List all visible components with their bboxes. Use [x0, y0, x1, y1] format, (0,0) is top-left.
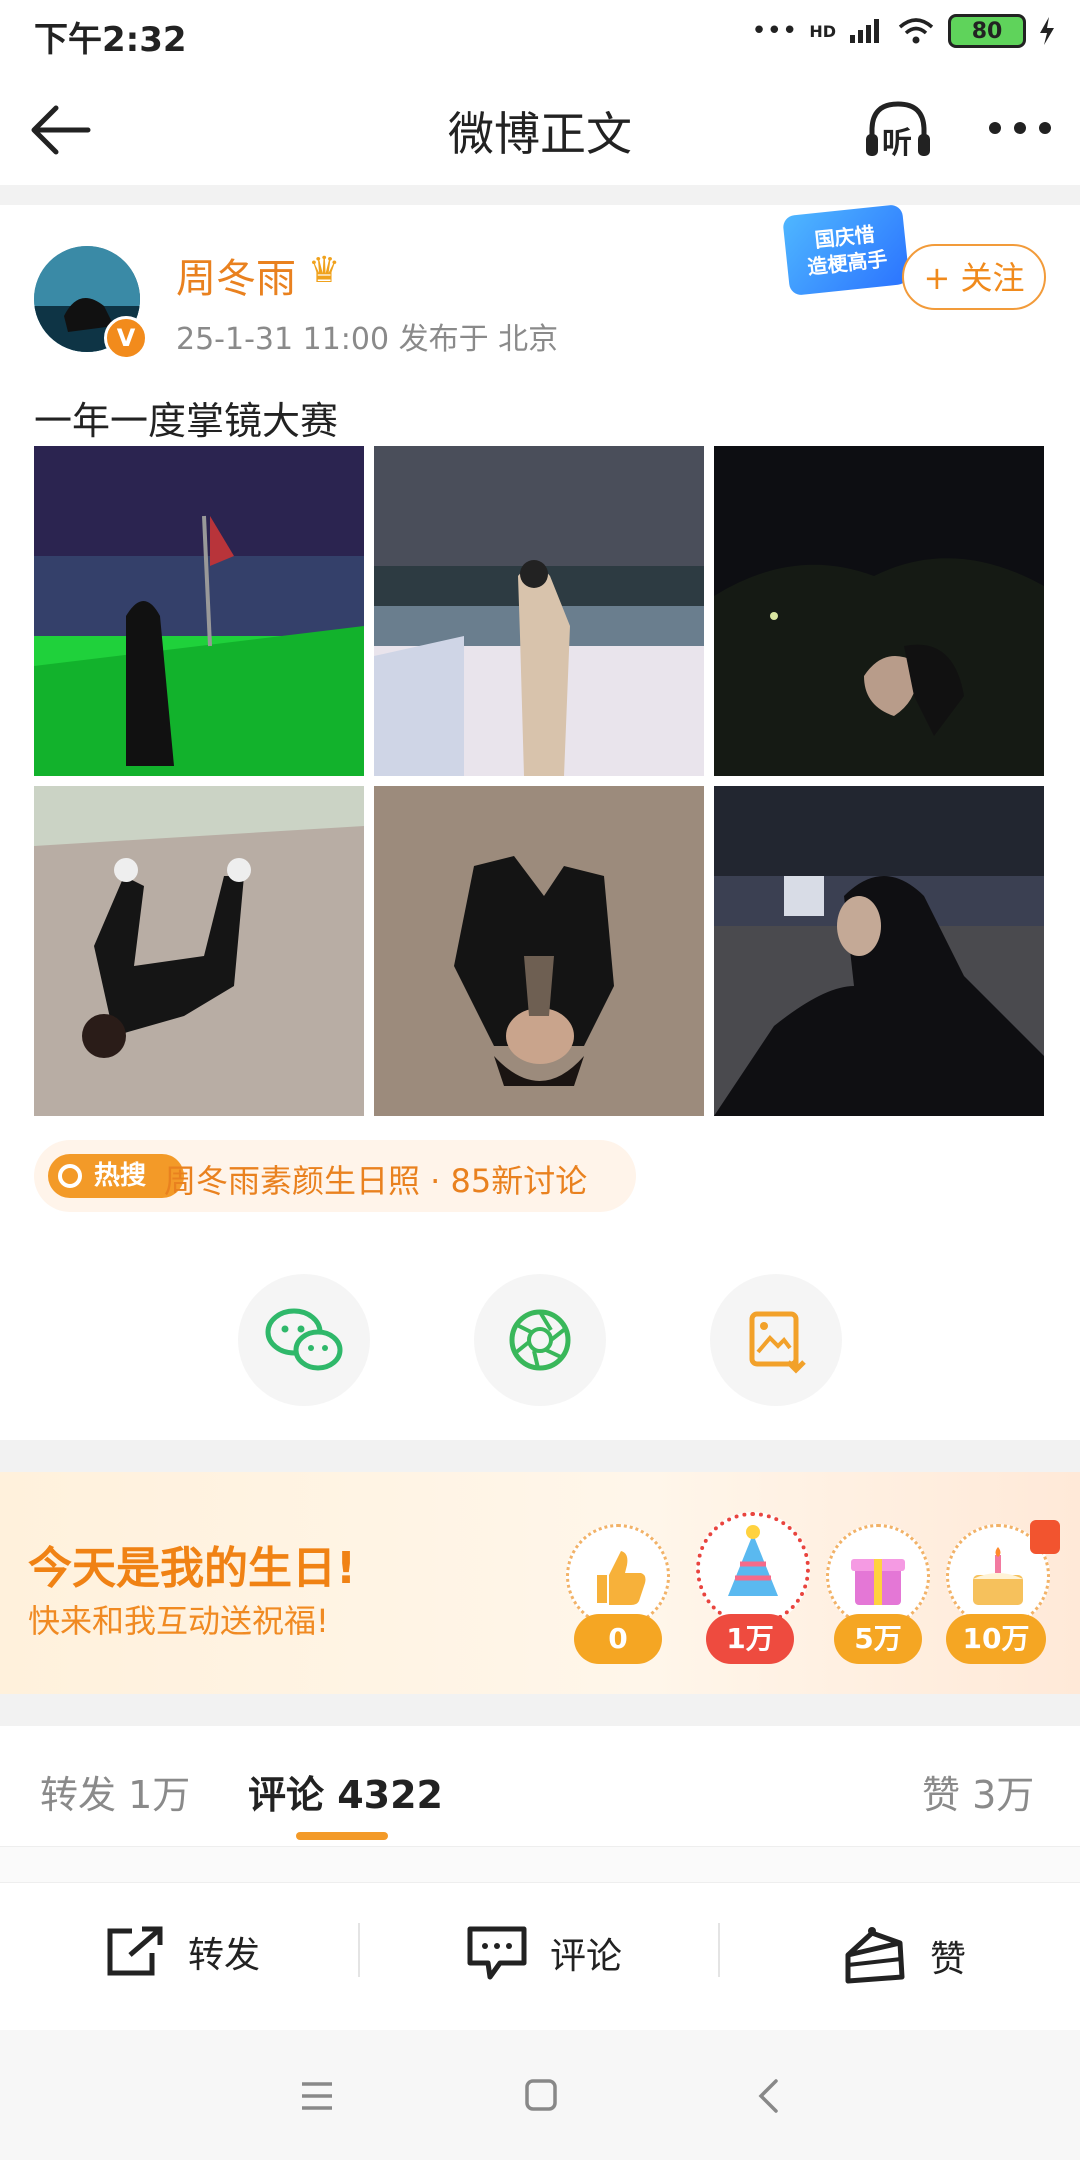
post-photo-6[interactable] — [714, 786, 1044, 1116]
post-photo-4[interactable] — [34, 786, 364, 1116]
milestone-gift — [826, 1524, 930, 1628]
save-image-icon — [749, 1311, 806, 1374]
divider — [358, 1923, 360, 1977]
divider — [0, 1440, 1080, 1472]
party-hat-icon — [728, 1525, 778, 1596]
follow-button[interactable]: + 关注 — [902, 244, 1046, 310]
like-label: 赞 — [930, 1939, 967, 1980]
red-packet-icon — [1030, 1520, 1060, 1554]
post-photo-2[interactable] — [374, 446, 704, 776]
save-image-button[interactable] — [710, 1274, 842, 1406]
gift-icon — [851, 1559, 905, 1605]
wechat-icon — [265, 1308, 343, 1371]
status-bar: 下午2:32 ••• HD 80 — [0, 0, 1080, 70]
active-tab-indicator — [296, 1832, 388, 1840]
crown-icon: ♛ — [308, 250, 341, 291]
birthday-title: 今天是我的生日! — [28, 1543, 357, 1594]
comment-button[interactable]: 评论 — [466, 1925, 622, 1981]
search-icon — [58, 1164, 82, 1188]
hot-search-text: 周冬雨素颜生日照 · 85新讨论 — [164, 1162, 588, 1200]
thumbs-up-icon — [597, 1551, 646, 1605]
promo-badge[interactable]: 国庆惜 造梗高手 — [782, 203, 910, 297]
battery-level: 80 — [971, 18, 1003, 44]
like-cake-icon — [845, 1927, 905, 1984]
verified-badge-icon: V — [104, 316, 148, 360]
post-meta: 25-1-31 11:00 发布于 北京 — [176, 322, 559, 357]
repost-icon — [107, 1926, 163, 1976]
post-photo-3[interactable] — [714, 446, 1044, 776]
milestone-party — [696, 1512, 810, 1626]
repost-label: 转发 — [188, 1935, 261, 1976]
repost-button[interactable]: 转发 — [104, 1925, 260, 1979]
back-icon[interactable] — [756, 2078, 780, 2114]
more-options-icon[interactable] — [985, 118, 1055, 138]
charging-icon — [1040, 17, 1054, 45]
milestone-pill-2: 5万 — [834, 1614, 922, 1664]
divider — [0, 1694, 1080, 1726]
status-icons: ••• HD 80 — [751, 14, 1056, 48]
post-photo-5[interactable] — [374, 786, 704, 1116]
system-nav-bar — [0, 2030, 1080, 2160]
divider — [718, 1923, 720, 1977]
share-wechat-button[interactable] — [238, 1274, 370, 1406]
comment-label: 评论 — [550, 1936, 623, 1977]
wifi-icon — [898, 18, 934, 44]
tab-like[interactable]: 赞 3万 — [922, 1764, 1034, 1819]
home-icon[interactable] — [524, 2078, 558, 2112]
milestone-pill-0: 0 — [574, 1614, 662, 1664]
milestone-pill-3: 10万 — [946, 1614, 1046, 1664]
top-nav-bar: 微博正文 听 — [0, 70, 1080, 185]
signal-icon — [850, 19, 879, 43]
battery-indicator: 80 — [948, 14, 1026, 48]
hot-search-chip[interactable]: 热搜 周冬雨素颜生日照 · 85新讨论 — [34, 1140, 636, 1212]
birthday-banner[interactable]: 今天是我的生日! 快来和我互动送祝福! 0 1万 5万 10万 — [0, 1472, 1080, 1694]
share-moments-button[interactable] — [474, 1274, 606, 1406]
tab-comment[interactable]: 评论 4322 — [248, 1764, 443, 1819]
divider — [0, 185, 1080, 205]
moments-icon — [509, 1309, 571, 1371]
post-text: 一年一度掌镜大赛 — [34, 399, 339, 443]
divider — [0, 1846, 1080, 1883]
more-dots-icon: ••• — [751, 16, 798, 46]
status-time: 下午2:32 — [34, 20, 187, 60]
post-photo-1[interactable] — [34, 446, 364, 776]
listen-label: 听 — [882, 126, 912, 161]
listen-button[interactable]: 听 — [862, 94, 934, 164]
tab-repost[interactable]: 转发 1万 — [40, 1764, 190, 1819]
username[interactable]: 周冬雨 — [176, 246, 296, 304]
post-action-bar: 转发 评论 赞 — [0, 1882, 1080, 2029]
menu-icon[interactable] — [300, 2080, 334, 2112]
comment-icon — [467, 1926, 527, 1980]
like-button[interactable]: 赞 — [842, 1925, 966, 1987]
promo-badge-label: 国庆惜 造梗高手 — [806, 222, 889, 280]
milestone-pill-1: 1万 — [706, 1614, 794, 1664]
milestone-like — [566, 1524, 670, 1628]
network-label: HD — [809, 21, 836, 41]
birthday-subtitle: 快来和我互动送祝福! — [28, 1602, 329, 1640]
